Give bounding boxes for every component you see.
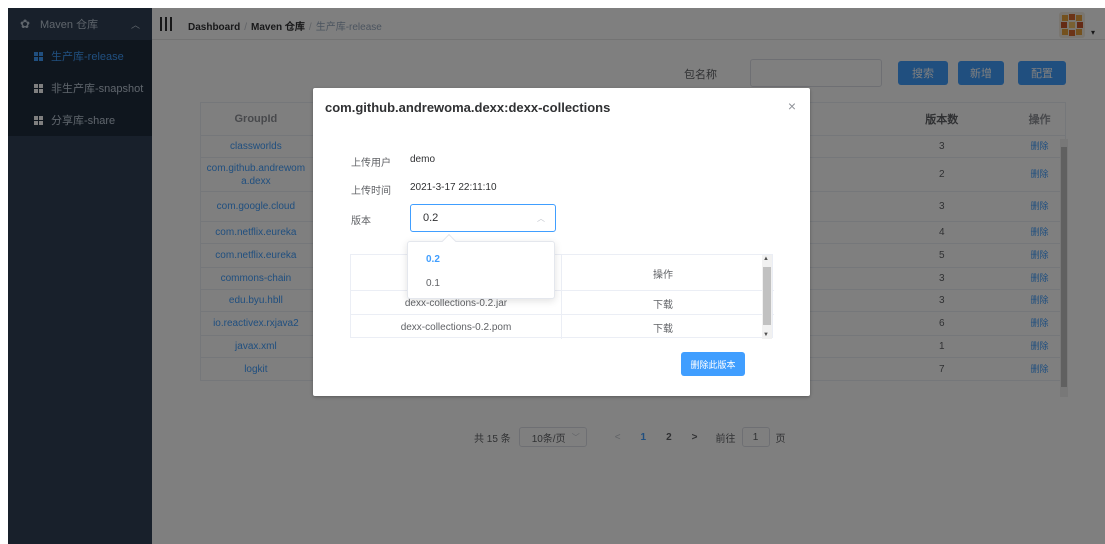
version-option[interactable]: 0.1 [408, 272, 554, 294]
scroll-down-arrow-icon[interactable]: ▼ [763, 332, 769, 338]
close-icon[interactable]: × [788, 98, 796, 114]
download-link[interactable]: 下载 [561, 315, 764, 339]
upload-time-value: 2021-3-17 22:11:10 [410, 182, 497, 193]
file-name: dexx-collections-0.2.pom [400, 321, 512, 333]
file-row: dexx-collections-0.2.pom 下载 [351, 315, 774, 339]
delete-version-button[interactable]: 删除此版本 [681, 352, 745, 376]
scrollbar-thumb[interactable] [763, 267, 771, 325]
uploader-value: demo [410, 154, 436, 165]
uploader-label: 上传用户 [351, 158, 391, 169]
download-link[interactable]: 下载 [561, 291, 764, 315]
version-label: 版本 [351, 216, 371, 227]
file-table-scrollbar[interactable]: ▲ ▼ [762, 255, 772, 339]
dialog-title: com.github.andrewoma.dexx:dexx-collectio… [325, 100, 611, 115]
version-dropdown: 0.2 0.1 [407, 233, 555, 299]
version-option[interactable]: 0.2 [408, 248, 554, 270]
version-dialog: com.github.andrewoma.dexx:dexx-collectio… [313, 88, 810, 396]
version-select[interactable]: 0.2 ︿ [410, 204, 556, 232]
scroll-up-arrow-icon[interactable]: ▲ [763, 256, 769, 262]
file-column-header-action: 操作 [561, 255, 764, 291]
chevron-up-icon: ︿ [537, 213, 545, 223]
upload-time-label: 上传时间 [351, 186, 391, 197]
version-select-value: 0.2 [423, 212, 439, 224]
